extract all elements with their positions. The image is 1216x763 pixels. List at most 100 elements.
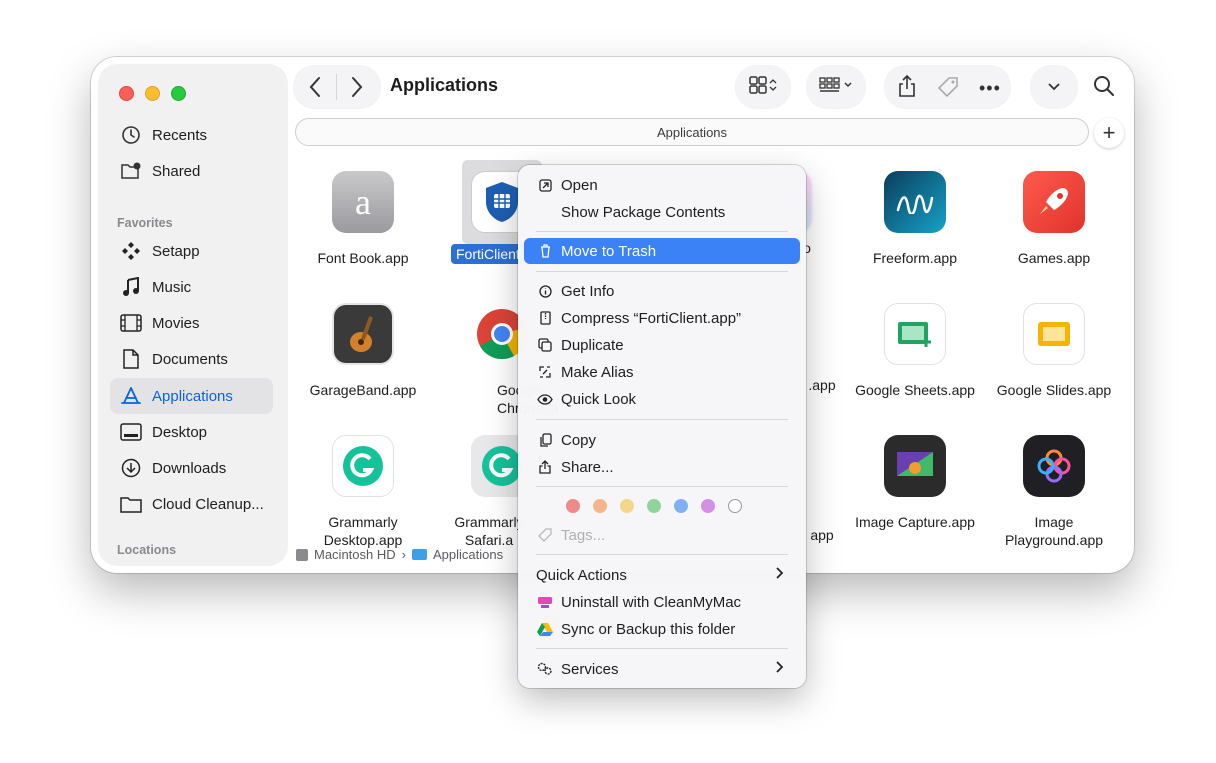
tag-blue[interactable] [674,499,688,513]
sidebar-item-label: Cloud Cleanup... [152,495,264,513]
options-dropdown[interactable] [1031,66,1077,108]
tag-purple[interactable] [701,499,715,513]
sidebar-item-applications[interactable]: Applications [110,378,273,414]
view-mode-button[interactable] [736,66,790,108]
status-separator: › [401,547,406,562]
open-icon [537,177,553,193]
menu-item-make-alias[interactable]: Make Alias [524,359,800,385]
shared-folder-icon [120,160,142,182]
film-icon [120,312,142,334]
tag-yellow[interactable] [620,499,634,513]
sidebar-item-movies[interactable]: Movies [110,305,274,341]
cleanmymac-icon [537,594,553,610]
menu-item-share[interactable]: Share... [524,454,800,480]
menu-separator [536,486,788,487]
status-disk[interactable]: Macintosh HD [314,547,396,562]
sidebar-item-label: Documents [152,350,228,368]
favorites-header: Favorites [117,216,173,230]
sidebar-item-documents[interactable]: Documents [110,341,274,377]
app-item[interactable]: Google Sheets.app [850,303,980,399]
app-label: Google Slides.app [996,382,1112,398]
menu-item-show-package[interactable]: Show Package Contents [524,199,800,225]
applications-icon [120,385,142,407]
menu-separator [536,231,788,232]
sidebar-item-label: Desktop [152,423,208,441]
group-by-button[interactable] [807,66,865,108]
search-icon[interactable] [1093,75,1115,102]
status-bar: Macintosh HD › Applications [296,547,503,562]
status-folder[interactable]: Applications [433,547,503,562]
tag-none[interactable] [728,499,742,513]
app-item[interactable]: Games.app [989,171,1119,267]
app-item[interactable]: Image Capture.app [850,435,980,531]
sidebar-item-label: Shared [152,162,201,180]
menu-label: Compress “FortiClient.app” [561,309,742,327]
menu-item-tags[interactable]: Tags... [524,522,800,548]
font-book-icon: a [332,171,394,233]
tag-red[interactable] [566,499,580,513]
sidebar-item-desktop[interactable]: Desktop [110,414,274,450]
tag-green[interactable] [647,499,661,513]
menu-item-get-info[interactable]: Get Info [524,278,800,304]
forward-button[interactable] [350,76,364,103]
sidebar-item-cloud-cleanup[interactable]: Cloud Cleanup... [110,486,274,522]
sidebar-item-label: Recents [152,126,208,144]
document-icon [120,348,142,370]
menu-separator [536,554,788,555]
app-item[interactable]: Freeform.app [850,171,980,267]
share-icon[interactable] [897,74,917,103]
duplicate-icon [537,337,553,353]
menu-item-quick-look[interactable]: Quick Look [524,386,800,412]
sidebar-item-setapp[interactable]: Setapp [110,233,274,269]
action-pill: ••• [885,66,1010,108]
menu-item-copy[interactable]: Copy [524,427,800,453]
sidebar-item-recents[interactable]: Recents [110,117,274,153]
path-bar-label: Applications [656,124,728,140]
more-icon[interactable]: ••• [979,78,1001,99]
grammarly-icon [332,435,394,497]
menu-label: Services [561,660,619,678]
zoom-window-button[interactable] [171,86,186,101]
app-item[interactable]: GarageBand.app [298,303,428,399]
menu-item-services[interactable]: Services [524,656,800,682]
eye-icon [537,391,553,407]
menu-label: Quick Actions [536,566,627,584]
menu-item-uninstall[interactable]: Uninstall with CleanMyMac [524,589,800,615]
app-item[interactable]: Image Playground.app [989,435,1119,549]
app-item[interactable]: Grammarly Desktop.app [298,435,428,549]
menu-item-open[interactable]: Open [524,172,800,198]
app-item[interactable]: a Font Book.app [298,171,428,267]
back-button[interactable] [308,76,322,103]
clock-icon [120,124,142,146]
menu-label: Show Package Contents [561,203,726,221]
minimize-window-button[interactable] [145,86,160,101]
copy-icon [537,432,553,448]
add-tab-button[interactable]: + [1094,118,1124,148]
folder-icon [411,549,427,560]
info-icon [537,283,553,299]
app-label: Games.app [1017,250,1091,266]
sidebar-item-label: Downloads [152,459,227,477]
menu-item-sync[interactable]: Sync or Backup this folder [524,616,800,642]
locations-header: Locations [117,543,177,557]
sidebar-item-downloads[interactable]: Downloads [110,450,274,486]
chevron-down-icon [1048,78,1060,96]
menu-item-quick-actions[interactable]: Quick Actions [524,562,800,588]
sidebar-item-label: Movies [152,314,200,332]
close-window-button[interactable] [119,86,134,101]
tag-orange[interactable] [593,499,607,513]
sidebar-item-music[interactable]: Music [110,269,274,305]
sidebar-item-label: Setapp [152,242,200,260]
menu-item-compress[interactable]: Compress “FortiClient.app” [524,305,800,331]
sidebar-item-shared[interactable]: Shared [110,153,274,189]
sidebar-item-label: Applications [152,387,233,405]
menu-item-duplicate[interactable]: Duplicate [524,332,800,358]
tag-icon[interactable] [936,76,960,103]
menu-separator [536,271,788,272]
app-label: Image Playground.app [1004,514,1104,548]
path-bar: Applications [295,118,1089,146]
nav-buttons [294,66,380,108]
menu-item-move-to-trash[interactable]: Move to Trash [524,238,800,264]
grid-view-icon [748,75,778,100]
app-item[interactable]: Google Slides.app [989,303,1119,399]
